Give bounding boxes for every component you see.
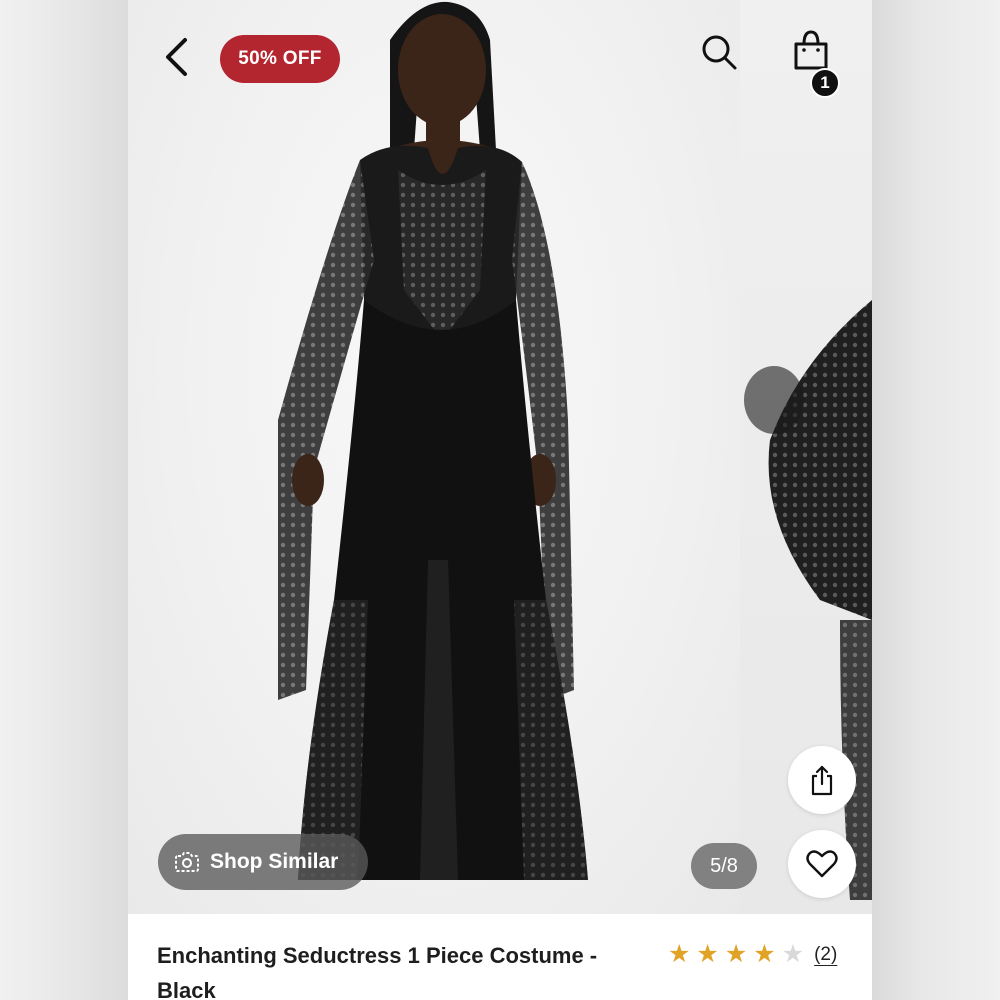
- share-button[interactable]: [788, 746, 856, 814]
- back-chevron-icon: [166, 38, 187, 76]
- cart-count-badge: 1: [810, 68, 840, 98]
- camera-icon: [175, 852, 199, 872]
- shop-similar-button[interactable]: Shop Similar: [158, 834, 368, 890]
- image-page-indicator: 5/8: [691, 843, 757, 889]
- share-icon: [811, 765, 833, 796]
- discount-badge: 50% OFF: [220, 35, 340, 83]
- search-icon: [702, 35, 737, 70]
- product-title: Enchanting Seductress 1 Piece Costume - …: [157, 943, 598, 1000]
- product-info-section: Enchanting Seductress 1 Piece Costume - …: [128, 914, 872, 1000]
- star-icon: ★: [696, 940, 719, 968]
- blurred-background-left: [0, 0, 128, 1000]
- wishlist-button[interactable]: [788, 830, 856, 898]
- back-button[interactable]: [156, 34, 196, 80]
- star-icon: ★: [781, 940, 805, 968]
- product-photo[interactable]: [128, 0, 740, 914]
- star-icon: ★: [724, 940, 748, 968]
- shop-similar-label: Shop Similar: [210, 850, 339, 873]
- product-image-gallery[interactable]: 50% OFF 1 Shop Similar 5/8: [128, 0, 872, 914]
- search-button[interactable]: [696, 30, 742, 74]
- review-count-link[interactable]: (2): [814, 944, 837, 966]
- star-icon: ★: [753, 940, 776, 968]
- star-icon: ★: [668, 940, 691, 968]
- blurred-background-right: [872, 0, 1000, 1000]
- product-page: 50% OFF 1 Shop Similar 5/8 Enchanting Se…: [128, 0, 872, 1000]
- model-in-black-lace-gown: [278, 1, 588, 880]
- heart-icon: [806, 850, 838, 878]
- product-rating[interactable]: ★ ★ ★ ★ ★ (2): [668, 942, 837, 967]
